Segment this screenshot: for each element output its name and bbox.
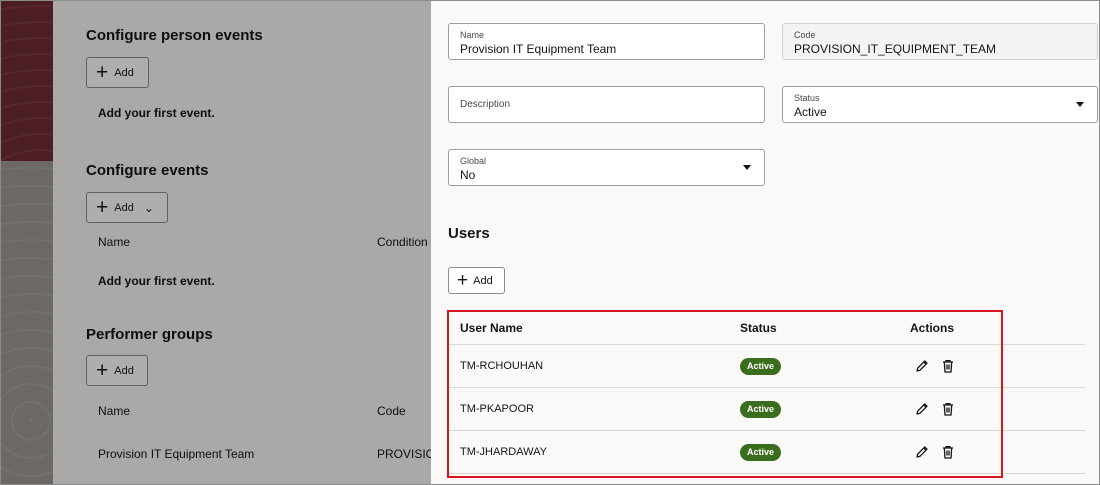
- add-user-label: Add: [473, 274, 493, 287]
- add-user-button[interactable]: + Add: [448, 267, 505, 294]
- code-field: Code PROVISION_IT_EQUIPMENT_TEAM: [782, 23, 1098, 60]
- global-value: No: [460, 168, 476, 182]
- status-select[interactable]: Status Active: [782, 86, 1098, 123]
- description-label: Description: [460, 99, 511, 110]
- name-field[interactable]: Name Provision IT Equipment Team: [448, 23, 765, 60]
- global-select[interactable]: Global No: [448, 149, 765, 186]
- code-value: PROVISION_IT_EQUIPMENT_TEAM: [794, 42, 997, 56]
- global-label: Global: [460, 156, 487, 166]
- code-label: Code: [794, 30, 816, 40]
- status-label: Status: [794, 93, 820, 103]
- plus-icon: +: [457, 270, 469, 291]
- highlight-box: [447, 310, 1003, 478]
- description-field[interactable]: Description: [448, 86, 765, 123]
- name-value: Provision IT Equipment Team: [460, 42, 617, 56]
- status-value: Active: [794, 105, 827, 119]
- caret-down-icon: [1076, 102, 1084, 107]
- caret-down-icon: [743, 165, 751, 170]
- drawer-scrim[interactable]: [1, 1, 431, 484]
- window: Configure person events + Add Add your f…: [0, 0, 1100, 485]
- users-section-title: Users: [448, 225, 490, 242]
- name-label: Name: [460, 30, 485, 40]
